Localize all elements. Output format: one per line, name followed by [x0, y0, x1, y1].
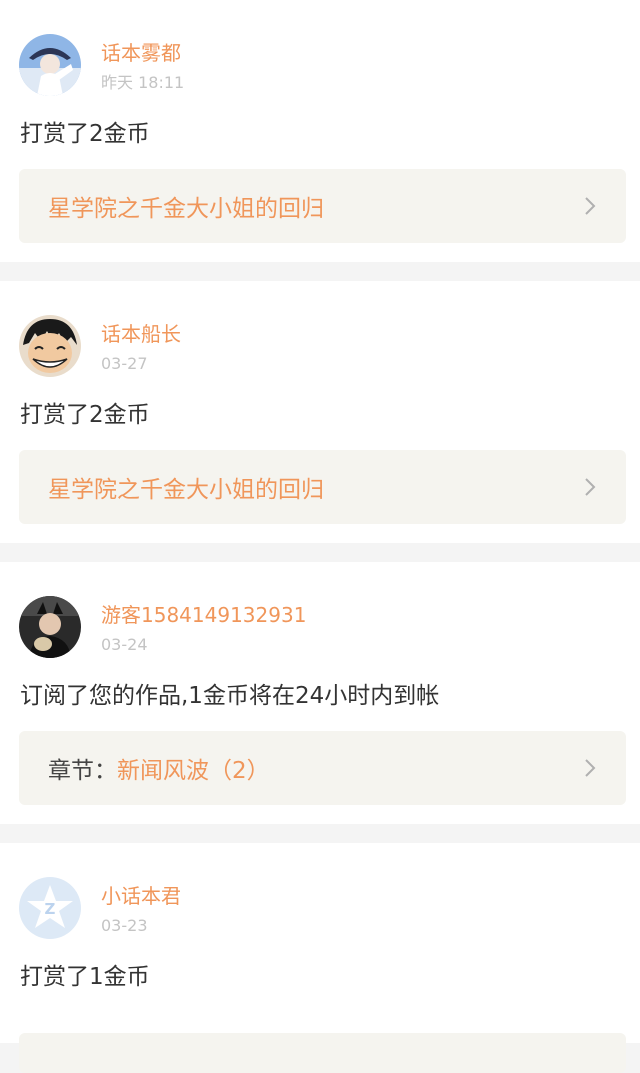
- notification-card: 话本船长 03-27 打赏了2金币 星学院之千金大小姐的回归: [0, 281, 640, 543]
- work-link[interactable]: 星学院之千金大小姐的回归: [19, 450, 626, 524]
- timestamp: 昨天 18:11: [101, 73, 185, 92]
- username[interactable]: 游客1584149132931: [101, 602, 306, 628]
- username[interactable]: 话本船长: [101, 321, 181, 347]
- chapter-link[interactable]: 章节： 新闻风波（2）: [19, 731, 626, 805]
- chevron-right-icon: [585, 759, 596, 777]
- avatar[interactable]: [19, 315, 81, 377]
- work-title: 星学院之千金大小姐的回归: [48, 477, 324, 503]
- avatar[interactable]: Z: [19, 877, 81, 939]
- work-title: 星学院之千金大小姐的回归: [48, 196, 324, 222]
- chapter-title: 新闻风波（2）: [117, 758, 270, 784]
- timestamp: 03-23: [101, 916, 148, 935]
- notification-card: 游客1584149132931 03-24 订阅了您的作品,1金币将在24小时内…: [0, 562, 640, 824]
- svg-text:Z: Z: [45, 900, 56, 918]
- chevron-right-icon: [585, 478, 596, 496]
- message-text: 打赏了1金币: [20, 964, 150, 990]
- notification-feed: 话本雾都 昨天 18:11 打赏了2金币 星学院之千金大小姐的回归 话本船长 0…: [0, 0, 640, 1073]
- message-text: 打赏了2金币: [20, 402, 150, 428]
- chevron-right-icon: [585, 197, 596, 215]
- avatar[interactable]: [19, 596, 81, 658]
- work-link[interactable]: [19, 1033, 626, 1073]
- notification-card: Z 小话本君 03-23 打赏了1金币: [0, 843, 640, 1073]
- message-text: 打赏了2金币: [20, 121, 150, 147]
- username[interactable]: 话本雾都: [101, 40, 181, 66]
- avatar[interactable]: [19, 34, 81, 96]
- timestamp: 03-27: [101, 354, 148, 373]
- username[interactable]: 小话本君: [101, 883, 181, 909]
- timestamp: 03-24: [101, 635, 148, 654]
- notification-card: 话本雾都 昨天 18:11 打赏了2金币 星学院之千金大小姐的回归: [0, 0, 640, 262]
- work-link[interactable]: 星学院之千金大小姐的回归: [19, 169, 626, 243]
- chapter-label: 章节：: [48, 758, 117, 784]
- message-text: 订阅了您的作品,1金币将在24小时内到帐: [20, 683, 440, 709]
